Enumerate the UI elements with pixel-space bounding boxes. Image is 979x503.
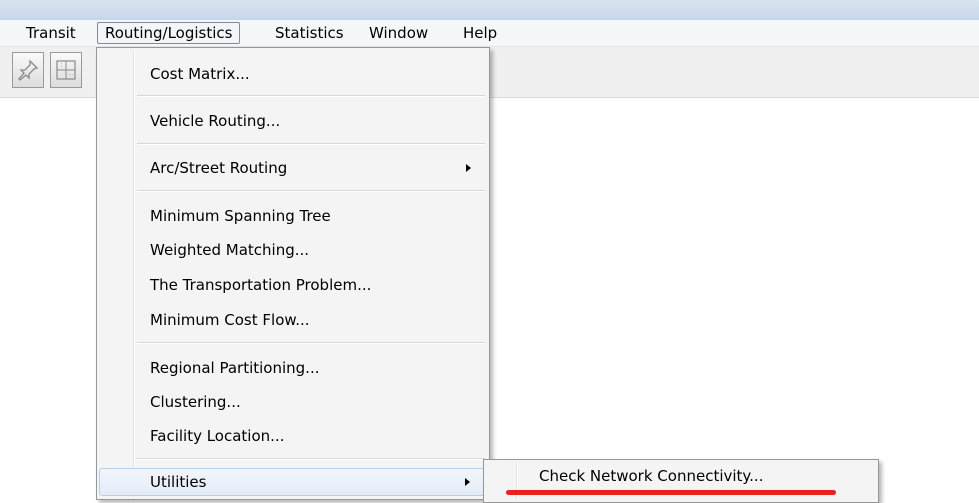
menu-item-vehicle-routing[interactable]: Vehicle Routing... — [99, 107, 487, 135]
menu-item-label: Facility Location... — [150, 427, 285, 445]
menu-item-label: Cost Matrix... — [150, 65, 250, 83]
menu-item-regional-partitioning[interactable]: Regional Partitioning... — [99, 354, 487, 382]
menu-item-minimum-spanning-tree[interactable]: Minimum Spanning Tree — [99, 202, 487, 230]
menu-bar: Transit Routing/Logistics Statistics Win… — [0, 20, 979, 47]
menu-separator — [137, 95, 485, 97]
menu-item-label: Clustering... — [150, 393, 241, 411]
menu-item-label: Weighted Matching... — [150, 241, 310, 259]
menu-item-label: Minimum Cost Flow... — [150, 311, 310, 329]
pushpin-button[interactable] — [12, 52, 44, 88]
menu-item-transportation-problem[interactable]: The Transportation Problem... — [99, 271, 487, 299]
menu-item-label: Vehicle Routing... — [150, 112, 281, 130]
menu-transit[interactable]: Transit — [19, 22, 83, 44]
menu-separator — [137, 342, 485, 344]
pushpin-icon — [18, 59, 39, 81]
menu-statistics[interactable]: Statistics — [268, 22, 351, 44]
menu-item-check-network-connectivity[interactable]: Check Network Connectivity... — [486, 462, 876, 490]
menu-item-label: Regional Partitioning... — [150, 359, 320, 377]
menu-routing-logistics[interactable]: Routing/Logistics — [97, 22, 241, 44]
menu-item-label: Check Network Connectivity... — [539, 467, 764, 485]
grid-icon — [56, 60, 76, 80]
grid-button[interactable] — [50, 52, 82, 88]
menu-item-label: Arc/Street Routing — [150, 159, 288, 177]
window-title-strip — [0, 0, 979, 20]
menu-item-minimum-cost-flow[interactable]: Minimum Cost Flow... — [99, 306, 487, 334]
routing-logistics-dropdown: Cost Matrix... Vehicle Routing... Arc/St… — [96, 47, 490, 500]
menu-item-facility-location[interactable]: Facility Location... — [99, 422, 487, 450]
menu-item-label: Utilities — [150, 473, 207, 491]
menu-separator — [137, 190, 485, 192]
menu-window[interactable]: Window — [362, 22, 435, 44]
menu-item-clustering[interactable]: Clustering... — [99, 388, 487, 416]
menu-item-label: Minimum Spanning Tree — [150, 207, 331, 225]
menu-item-label: The Transportation Problem... — [150, 276, 372, 294]
menu-separator — [137, 458, 485, 460]
menu-item-utilities[interactable]: Utilities — [99, 468, 487, 496]
menu-item-arc-street-routing[interactable]: Arc/Street Routing — [99, 154, 487, 182]
menu-item-weighted-matching[interactable]: Weighted Matching... — [99, 236, 487, 264]
annotation-underline — [506, 490, 836, 495]
submenu-arrow-icon — [465, 478, 470, 486]
submenu-arrow-icon — [466, 164, 471, 172]
menu-help[interactable]: Help — [456, 22, 504, 44]
menu-item-cost-matrix[interactable]: Cost Matrix... — [99, 60, 487, 88]
menu-separator — [137, 143, 485, 145]
utilities-submenu: Check Network Connectivity... — [483, 459, 879, 503]
